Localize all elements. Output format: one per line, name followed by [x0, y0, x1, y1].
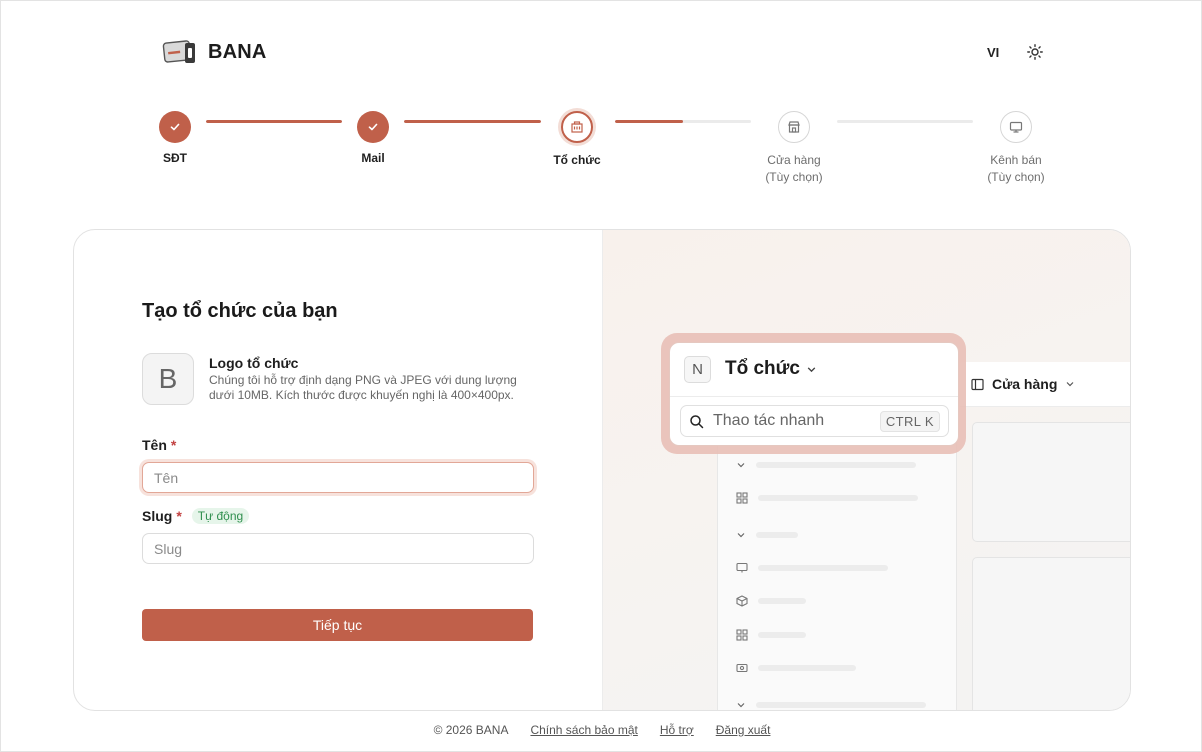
brand-logo-icon	[162, 39, 196, 65]
support-link[interactable]: Hỗ trợ	[660, 723, 694, 737]
monitor-icon	[736, 562, 748, 573]
slug-label: Slug * Tự động	[142, 508, 250, 524]
chevron-down-icon	[737, 533, 745, 538]
preview-panel: Cửa hàng N Tổ chức Thao tác nhanh CTRL K	[602, 230, 1130, 710]
logo-description: Chúng tôi hỗ trợ định dạng PNG và JPEG v…	[209, 373, 517, 402]
box-icon	[736, 595, 748, 607]
chevron-down-icon	[1066, 382, 1074, 387]
check-icon	[368, 123, 378, 131]
organization-form: Tạo tổ chức của bạn B Logo tổ chức Chúng…	[74, 230, 602, 710]
monitor-icon	[1009, 121, 1023, 133]
grid-icon	[736, 492, 748, 504]
step-store[interactable]	[778, 111, 810, 143]
auto-badge: Tự động	[191, 508, 250, 524]
required-mark: *	[170, 437, 177, 453]
quick-action-search: Thao tác nhanh CTRL K	[680, 405, 949, 437]
step-connector-4	[837, 120, 973, 123]
step-label-store: Cửa hàng (Tùy chọn)	[765, 153, 823, 184]
step-label-phone: SĐT	[163, 151, 187, 165]
org-name: Tổ chức	[725, 358, 817, 380]
step-label-organization: Tổ chức	[553, 153, 601, 167]
chevron-down-icon	[807, 366, 816, 372]
language-switcher[interactable]: VI	[987, 45, 999, 60]
keyboard-shortcut: CTRL K	[879, 410, 940, 432]
grid-icon	[736, 629, 748, 641]
mock-store-selector: Cửa hàng	[971, 376, 1075, 392]
step-connector-2	[404, 120, 541, 123]
step-organization-current[interactable]	[561, 111, 593, 143]
step-label-mail: Mail	[361, 151, 385, 165]
quick-action-label: Thao tác nhanh	[713, 412, 825, 429]
mock-sidebar	[717, 435, 957, 710]
brand[interactable]: BANA	[162, 39, 267, 65]
chevron-down-icon	[737, 703, 745, 708]
continue-button[interactable]: Tiếp tục	[142, 609, 533, 641]
logo-upload[interactable]: B	[142, 353, 194, 405]
cash-icon	[736, 663, 748, 673]
store-icon	[788, 121, 800, 133]
step-connector-3	[615, 120, 751, 123]
mock-content-panel	[972, 422, 1130, 542]
divider	[670, 396, 958, 397]
mock-content-panel	[972, 557, 1130, 710]
building-icon	[571, 121, 583, 133]
form-title: Tạo tổ chức của bạn	[142, 300, 338, 322]
onboarding-card: Tạo tổ chức của bạn B Logo tổ chức Chúng…	[73, 229, 1131, 711]
organization-switcher-popup: N Tổ chức Thao tác nhanh CTRL K	[669, 342, 959, 446]
sun-icon[interactable]	[1026, 43, 1044, 61]
slug-input[interactable]	[142, 533, 534, 564]
name-input[interactable]	[142, 462, 534, 493]
check-icon	[170, 123, 180, 131]
footer: © 2026 BANA Chính sách bảo mật Hỗ trợ Đă…	[1, 723, 1202, 737]
copyright: © 2026 BANA	[433, 723, 509, 737]
step-connector-1	[206, 120, 342, 123]
logo-title: Logo tổ chức	[209, 355, 299, 371]
search-icon	[690, 414, 704, 428]
required-mark: *	[176, 508, 182, 524]
brand-name: BANA	[208, 40, 267, 63]
step-phone-done[interactable]	[159, 111, 191, 143]
sidebar-toggle-icon	[971, 378, 984, 390]
step-mail-done[interactable]	[357, 111, 389, 143]
step-sales-channel[interactable]	[1000, 111, 1032, 143]
logout-link[interactable]: Đăng xuất	[716, 723, 771, 737]
chevron-down-icon	[737, 463, 745, 468]
step-label-sales-channel: Kênh bán (Tùy chọn)	[987, 153, 1045, 184]
name-label: Tên *	[142, 437, 177, 453]
privacy-link[interactable]: Chính sách bảo mật	[530, 723, 637, 737]
logo-letter: B	[158, 363, 178, 394]
org-avatar: N	[684, 356, 711, 383]
